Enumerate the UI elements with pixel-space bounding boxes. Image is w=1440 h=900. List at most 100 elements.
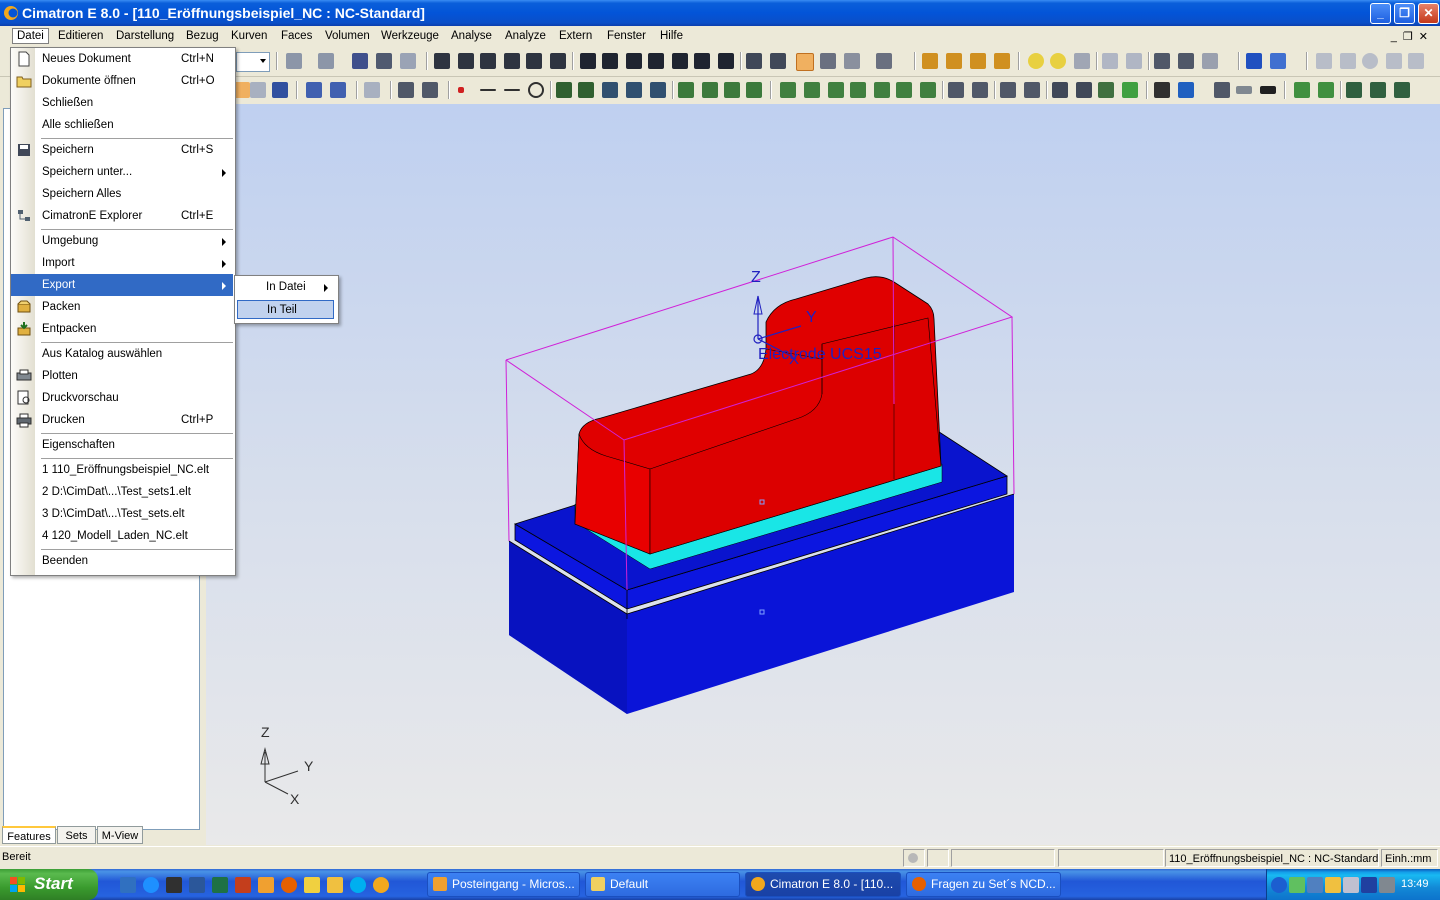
list-icon[interactable] <box>272 82 288 98</box>
window-cascade-icon[interactable] <box>1370 82 1386 98</box>
arrow-right-icon[interactable] <box>1126 53 1142 69</box>
task-default[interactable]: Default <box>585 872 740 897</box>
zoom-dynamic-icon[interactable] <box>480 53 496 69</box>
sweep-surface-icon[interactable] <box>746 82 762 98</box>
view-right-icon[interactable] <box>648 53 664 69</box>
menu-kurven[interactable]: Kurven <box>231 30 267 42</box>
firefox-quick-icon[interactable] <box>281 877 297 893</box>
spline-icon[interactable] <box>556 82 572 98</box>
redo-icon[interactable] <box>318 53 334 69</box>
menu-editieren[interactable]: Editieren <box>58 30 103 42</box>
shaded-view-icon[interactable] <box>796 53 814 71</box>
fill-color-icon[interactable] <box>1178 82 1194 98</box>
light-select-icon[interactable] <box>1074 53 1090 69</box>
circle-tool-icon[interactable] <box>1362 53 1378 69</box>
rotate-icon[interactable] <box>550 53 566 69</box>
outlook-tray-icon[interactable] <box>1325 877 1341 893</box>
tray-app-icon[interactable] <box>1343 877 1359 893</box>
view-bottom-icon[interactable] <box>718 53 734 69</box>
wireframe-view-icon[interactable] <box>820 53 836 69</box>
model-view[interactable]: Z Y X Electrode UCS15 Z Y X <box>206 104 1440 845</box>
revolve-surface-icon[interactable] <box>724 82 740 98</box>
close-button[interactable]: ✕ <box>1418 3 1439 24</box>
media-icon[interactable] <box>166 877 182 893</box>
menu-item-cimatrone-explorer[interactable]: CimatronE Explorer Ctrl+E <box>11 205 233 227</box>
tray-device-icon[interactable] <box>1379 877 1395 893</box>
outlook-quick-icon[interactable] <box>258 877 274 893</box>
line-width-icon[interactable] <box>1260 86 1276 94</box>
menu-item-speichern-alles[interactable]: Speichern Alles <box>11 183 233 205</box>
menu-volumen[interactable]: Volumen <box>325 30 370 42</box>
pan-icon[interactable] <box>526 53 542 69</box>
window-arrange-icon[interactable] <box>1394 82 1410 98</box>
rotate-copy-icon[interactable] <box>1076 82 1092 98</box>
layer-set-icon[interactable] <box>1318 82 1334 98</box>
combine-icon[interactable] <box>1098 82 1114 98</box>
options-icon[interactable] <box>1202 53 1218 69</box>
menu-item-drucken[interactable]: Drucken Ctrl+P <box>11 409 233 431</box>
extrude-surface-icon[interactable] <box>702 82 718 98</box>
select-cursor-icon[interactable] <box>306 82 322 98</box>
hidden-line-icon[interactable] <box>844 53 860 69</box>
transform-icon[interactable] <box>376 53 392 69</box>
graphics-viewport[interactable]: Z Y X Electrode UCS15 Z Y X <box>206 104 1440 845</box>
chain-icon[interactable] <box>352 53 368 69</box>
grid-icon[interactable] <box>400 53 416 69</box>
menu-extern[interactable]: Extern <box>559 30 592 42</box>
task-posteingang[interactable]: Posteingang - Micros... <box>427 872 580 897</box>
curve-tool-icon[interactable] <box>1386 53 1402 69</box>
offset-curve-icon[interactable] <box>602 82 618 98</box>
point-icon[interactable] <box>458 87 464 93</box>
sets-icon[interactable] <box>970 53 986 69</box>
view-front-icon[interactable] <box>602 53 618 69</box>
folder-quick-icon[interactable] <box>304 877 320 893</box>
menu-bezug[interactable]: Bezug <box>186 30 219 42</box>
lightbulb-icon[interactable] <box>1028 53 1044 69</box>
check-icon[interactable] <box>1122 82 1138 98</box>
zoom-all-icon[interactable] <box>434 53 450 69</box>
menu-item-alle-schliessen[interactable]: Alle schließen <box>11 114 233 136</box>
explorer-quick-icon[interactable] <box>327 877 343 893</box>
menu-item-eigenschaften[interactable]: Eigenschaften <box>11 434 233 456</box>
submenu-item-in-teil[interactable]: In Teil <box>237 300 334 319</box>
zoom-window-icon[interactable] <box>458 53 474 69</box>
anchor-icon[interactable] <box>1246 53 1262 69</box>
copy-icon[interactable] <box>972 82 988 98</box>
measure-icon[interactable] <box>1178 53 1194 69</box>
bound-icon[interactable] <box>874 82 890 98</box>
menu-item-neues-dokument[interactable]: Neues Dokument Ctrl+N <box>11 48 233 70</box>
internet-explorer-icon[interactable] <box>143 877 159 893</box>
menu-item-plotten[interactable]: Plotten <box>11 365 233 387</box>
display-icon[interactable] <box>1307 877 1323 893</box>
menu-item-entpacken[interactable]: Entpacken <box>11 318 233 340</box>
restore-button[interactable]: ❐ <box>1394 3 1415 24</box>
extend-icon[interactable] <box>920 82 936 98</box>
volume-icon[interactable] <box>1361 877 1377 893</box>
split-icon[interactable] <box>650 82 666 98</box>
tray-expand-icon[interactable] <box>1271 877 1287 893</box>
mdi-window-controls[interactable]: _❐✕ <box>1391 30 1434 43</box>
menu-item-dokumente-oeffnen[interactable]: Dokumente öffnen Ctrl+O <box>11 70 233 92</box>
menu-item-druckvorschau[interactable]: Druckvorschau <box>11 387 233 409</box>
blend-icon[interactable] <box>780 82 796 98</box>
view-back-icon[interactable] <box>672 53 688 69</box>
menu-hilfe[interactable]: Hilfe <box>660 30 683 42</box>
eraser-icon[interactable] <box>1408 53 1424 69</box>
menu-item-recent-2[interactable]: 2 D:\CimDat\...\Test_sets1.elt <box>11 481 233 503</box>
mirror-icon[interactable] <box>948 82 964 98</box>
menu-analyse[interactable]: Analyse <box>451 30 492 42</box>
tab-features[interactable]: Features <box>2 826 56 844</box>
network-icon[interactable] <box>1289 877 1305 893</box>
move-icon[interactable] <box>1000 82 1016 98</box>
menu-fenster[interactable]: Fenster <box>607 30 646 42</box>
window-tile-icon[interactable] <box>1346 82 1362 98</box>
offset-surface-icon[interactable] <box>896 82 912 98</box>
pattern-icon[interactable] <box>1052 82 1068 98</box>
view-iso-icon[interactable] <box>580 53 596 69</box>
section-view-icon[interactable] <box>876 53 892 69</box>
arc-icon[interactable] <box>504 89 520 91</box>
combo-box[interactable] <box>236 52 270 72</box>
menu-item-schliessen[interactable]: Schließen <box>11 92 233 114</box>
line-icon[interactable] <box>480 89 496 91</box>
tree-icon[interactable] <box>1154 53 1170 69</box>
